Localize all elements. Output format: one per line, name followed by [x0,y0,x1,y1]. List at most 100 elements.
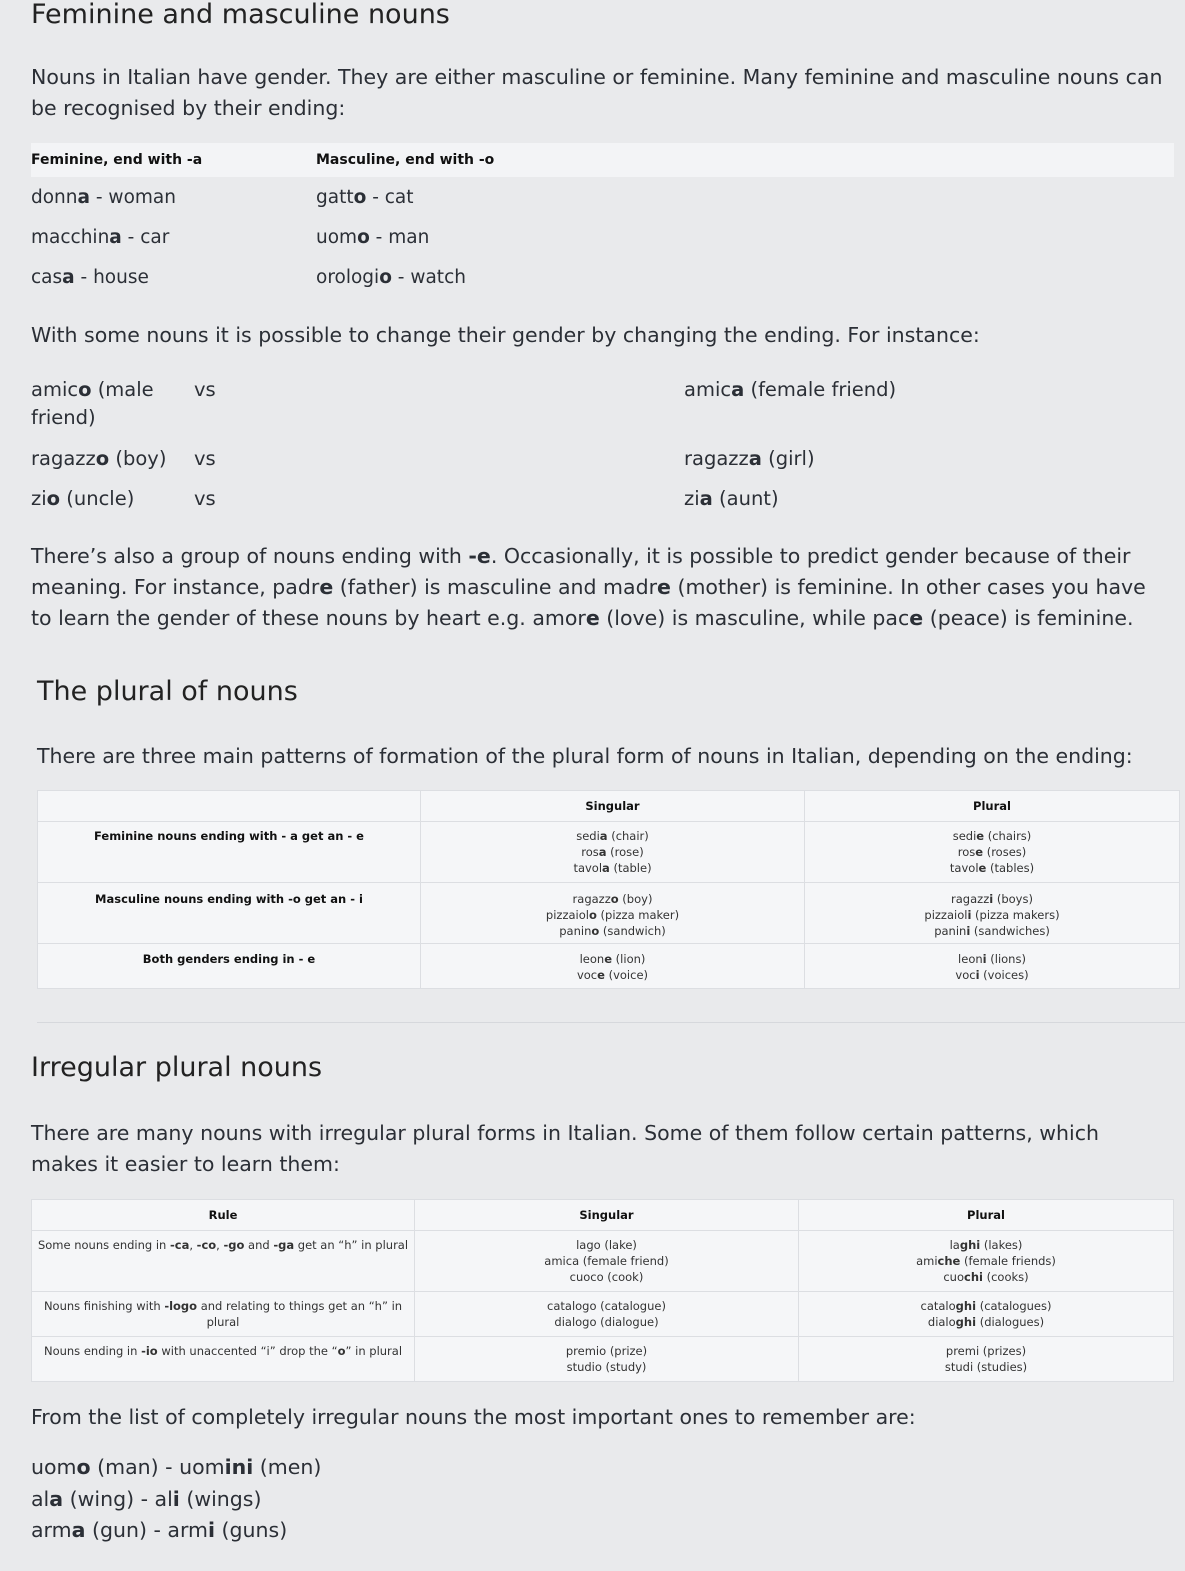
cell-line: ragazzi (boys) [806,891,1178,907]
header-rule-empty [37,790,421,822]
feminine-example: donna - woman [31,177,316,217]
text-run: uom [316,226,358,248]
rule-cell: Masculine nouns ending with -o get an - … [37,882,421,944]
intro-paragraph: Nouns in Italian have gender. They are e… [31,65,1163,120]
text-run: catalo [920,1299,956,1313]
text-run: (roses) [983,845,1027,859]
header-plural: Plural [798,1199,1174,1231]
change-right: ragazza (girl) [684,445,815,473]
text-run: arm [31,1518,72,1542]
table-row: Masculine nouns ending with -o get an - … [37,882,1180,944]
text-run: donn [31,186,78,208]
bold-ending: o [46,487,61,510]
text-run: cuo [943,1270,964,1284]
text-run: amic [31,378,79,401]
text-run: studio (study) [566,1360,647,1374]
list-item: ala (wing) - ali (wings) [31,1484,321,1516]
text-run: sedi [952,829,977,843]
text-run: premio (prize) [565,1344,648,1358]
bold-ending: -logo [164,1299,198,1313]
rule-cell: Feminine nouns ending with - a get an - … [37,821,421,883]
text-run: amic [684,378,732,401]
change-left: amico (male friend) [31,376,181,432]
text-run: - woman [90,186,176,208]
text-run: - man [369,226,430,248]
text-run: gatt [316,186,354,208]
plural-cell: laghi (lakes) amiche (female friends) cuoc… [798,1230,1174,1292]
singular-cell: lago (lake) amica (female friend) cuoco (c… [414,1230,799,1292]
text-run: ragazz [31,447,96,470]
bold-ending: a [599,829,608,843]
cell-line: laghi (lakes) [800,1237,1172,1253]
text-run: (chair) [607,829,649,843]
table-row: Nouns finishing with -logo and relating … [31,1291,1174,1337]
cell-line: studi (studies) [800,1359,1172,1375]
text-run: premi (prizes) [945,1344,1027,1358]
table-row: casa - house orologio - watch [31,257,1174,297]
text-run: leon [958,952,983,966]
text-run: tavol [949,861,979,875]
bold-ending: o [588,908,597,922]
rule-cell: Nouns finishing with -logo and relating … [31,1291,415,1337]
text-run: panin [559,924,592,938]
singular-cell: sedia (chair) rosa (rose) tavola (table) [420,821,805,883]
e-ending-paragraph: There’s also a group of nouns ending wit… [31,541,1171,634]
text-run: cas [31,266,63,288]
table-row: Feminine nouns ending with - a get an - … [37,821,1180,883]
bold-ending: i [172,1486,180,1511]
bold-ending: ghi [959,1238,981,1252]
text-run: , [189,1238,197,1252]
bold-ending: ghi [955,1299,977,1313]
text-run: orologi [316,266,380,288]
bold-ending: -ca [170,1238,190,1252]
cell-line: panini (sandwiches) [806,923,1178,939]
singular-cell: premio (prize) studio (study) [414,1336,799,1382]
singular-cell: catalogo (catalogue) dialogo (dialogue) [414,1291,799,1337]
text-run: with unaccented “i” drop the “ [157,1344,338,1358]
text-run: get an “h” in plural [294,1238,409,1252]
text-run: - house [74,266,149,288]
text-run: catalogo (catalogue) [547,1299,666,1313]
bold-ending: a [748,447,762,470]
text-run: la [949,1238,960,1252]
text-run: and [244,1238,274,1252]
bold-ending: o [353,186,367,208]
text-run: pizzaiol [924,908,968,922]
text-run: (gun) - arm [85,1518,208,1542]
irregular-table-header: Rule Singular Plural [31,1199,1174,1231]
bold-ending: a [602,861,610,875]
cell-line: premi (prizes) [800,1343,1172,1359]
list-item: arma (gun) - armi (guns) [31,1515,321,1547]
bold-ending: a [699,487,713,510]
cell-line: tavole (tables) [806,860,1178,876]
masculine-example: gatto - cat [316,177,1174,217]
cell-line: cataloghi (catalogues) [800,1298,1172,1314]
text-run: studi (studies) [944,1360,1028,1374]
text-run: pizzaiol [545,908,589,922]
text-run: (cooks) [982,1270,1029,1284]
section-title-irregular: Irregular plural nouns [31,1052,323,1083]
text-run: - car [121,226,170,248]
text-run: (catalogues) [976,1299,1052,1313]
text-run: leon [579,952,605,966]
cell-line: amiche (female friends) [800,1253,1172,1269]
text-run: (tables) [986,861,1035,875]
plural-table: Singular Plural Feminine nouns ending wi… [37,790,1180,989]
bold-ending: -go [223,1238,245,1252]
bold-ending: e [319,575,334,599]
text-run: and relating to things get an “h” in plu… [197,1299,403,1329]
text-run: Nouns finishing with [43,1299,165,1313]
bold-ending: che [937,1254,961,1268]
cell-line: dialogo (dialogue) [416,1314,797,1330]
bold-ending: chi [964,1270,983,1284]
cell-line: premio (prize) [416,1343,797,1359]
text-run: (voices) [979,968,1029,982]
text-run: (dialogues) [976,1315,1045,1329]
text-run: zi [684,487,700,510]
text-run: (boy) [109,447,167,470]
cell-line: voci (voices) [806,967,1178,983]
bold-ending: o [379,266,392,288]
bold-ending: o [337,1344,346,1358]
table-row: donna - woman gatto - cat [31,177,1174,217]
text-run: (pizza maker) [596,908,680,922]
